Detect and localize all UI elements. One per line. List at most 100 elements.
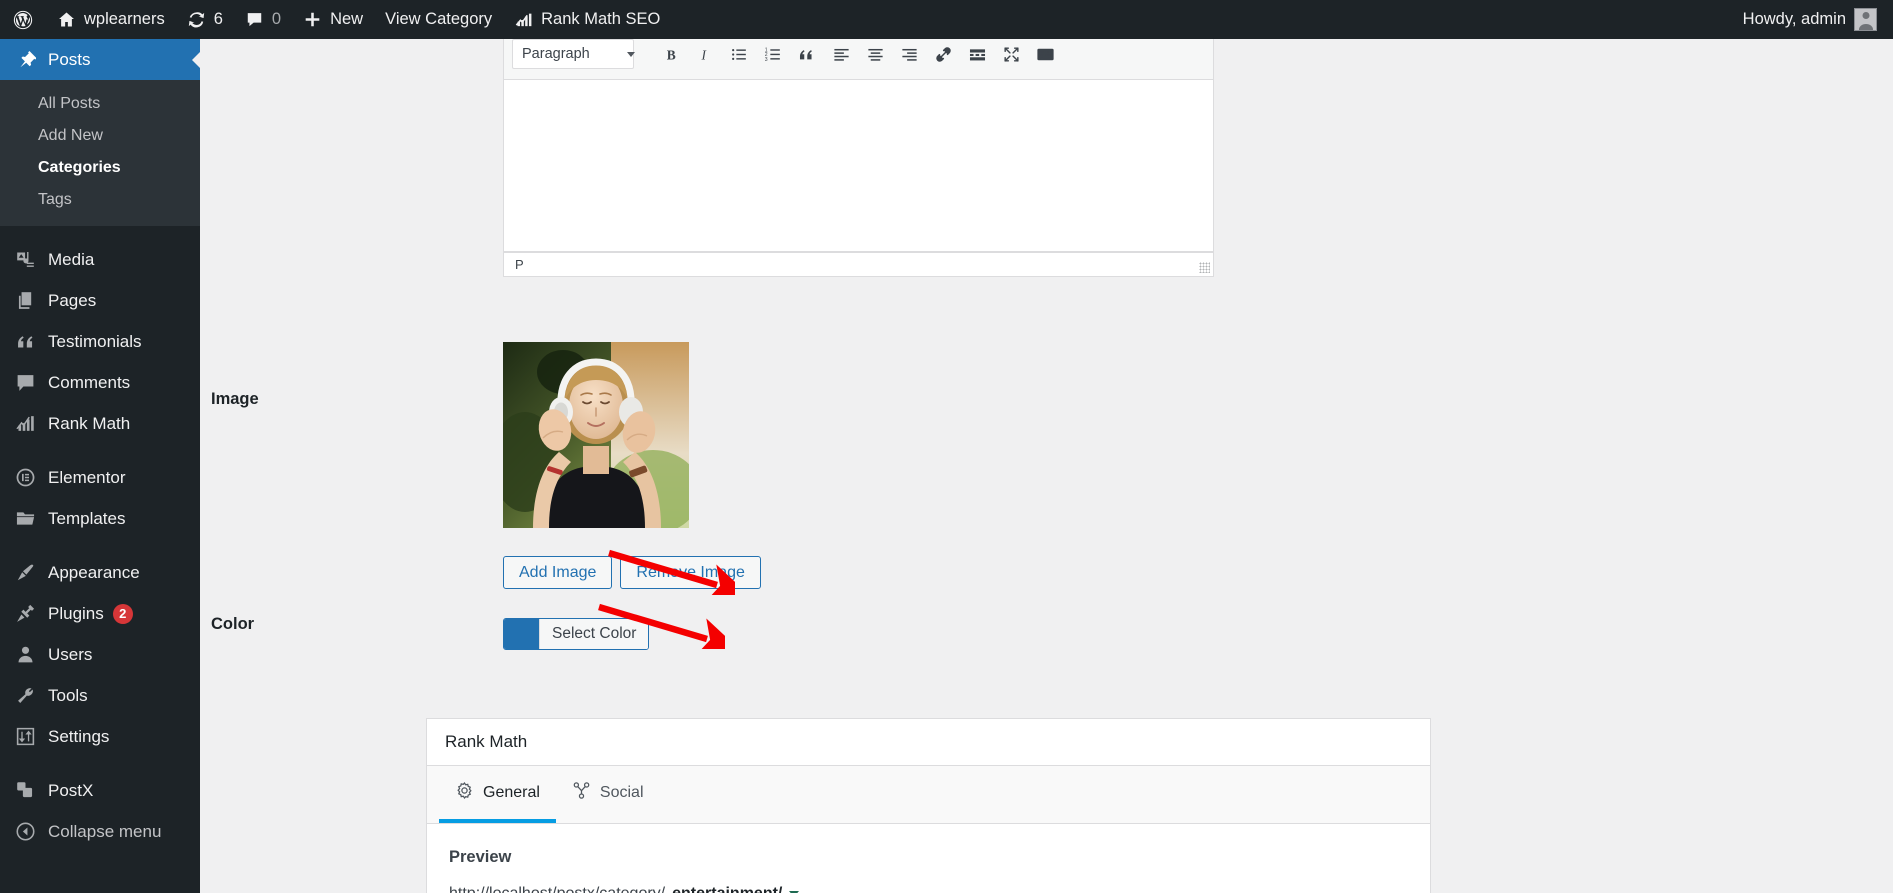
media-icon [13, 249, 37, 270]
color-field-label: Color [211, 615, 255, 633]
sidebar-item-comments[interactable]: Comments [0, 362, 200, 403]
content-editor: Paragraph B I 123 P [503, 39, 1214, 277]
rank-math-seo-menu[interactable]: Rank Math SEO [503, 0, 671, 39]
site-name-menu[interactable]: wplearners [46, 0, 176, 39]
admin-bar: wplearners 6 0 New View Category Rank Ma… [0, 0, 1893, 39]
tab-general[interactable]: General [439, 766, 556, 823]
blockquote-icon[interactable] [791, 39, 824, 70]
sidebar-item-label: Plugins [48, 603, 104, 623]
align-center-icon[interactable] [859, 39, 892, 70]
color-swatch [504, 619, 539, 649]
bulleted-list-icon[interactable] [723, 39, 756, 70]
tab-social[interactable]: Social [556, 766, 660, 823]
fullscreen-icon[interactable] [995, 39, 1028, 70]
color-picker-button[interactable]: Select Color [503, 618, 650, 650]
sliders-icon [13, 726, 37, 747]
italic-icon[interactable]: I [689, 39, 722, 70]
sidebar-item-label: Media [48, 249, 95, 269]
sidebar-item-users[interactable]: Users [0, 634, 200, 675]
sidebar-item-postx[interactable]: PostX [0, 770, 200, 811]
select-color-label: Select Color [539, 619, 649, 649]
sidebar-subitem-add-new[interactable]: Add New [0, 120, 200, 152]
editor-content-area[interactable] [503, 80, 1214, 252]
read-more-icon[interactable] [961, 39, 994, 70]
sidebar-item-pages[interactable]: Pages [0, 280, 200, 321]
sidebar-separator [0, 757, 200, 770]
sidebar-item-label: PostX [48, 780, 94, 800]
sidebar-item-plugins[interactable]: Plugins 2 [0, 593, 200, 634]
new-content-menu[interactable]: New [292, 0, 374, 39]
sidebar-subitem-categories[interactable]: Categories [0, 152, 200, 184]
comments-menu[interactable]: 0 [234, 0, 292, 39]
view-category-label: View Category [385, 10, 493, 28]
remove-image-button[interactable]: Remove Image [620, 556, 761, 589]
paintbrush-icon [13, 562, 37, 583]
sidebar-item-elementor[interactable]: Elementor [0, 457, 200, 498]
tab-label: Social [599, 783, 644, 801]
elementor-icon [13, 467, 37, 488]
rank-math-tabs: General Social [427, 766, 1430, 824]
paragraph-format-select[interactable]: Paragraph [512, 39, 634, 69]
avatar [1854, 8, 1877, 31]
sidebar-item-label: Testimonials [48, 331, 142, 351]
editor-element-path: P [515, 257, 524, 272]
sidebar-item-settings[interactable]: Settings [0, 716, 200, 757]
sidebar-subitem-tags[interactable]: Tags [0, 184, 200, 216]
editor-resize-handle[interactable] [1199, 262, 1210, 273]
collapse-left-icon [13, 821, 37, 842]
numbered-list-icon[interactable]: 123 [757, 39, 790, 70]
folder-icon [13, 508, 37, 529]
sidebar-item-media[interactable]: Media [0, 239, 200, 280]
plug-icon [13, 603, 37, 624]
align-right-icon[interactable] [893, 39, 926, 70]
rank-math-seo-label: Rank Math SEO [541, 10, 661, 28]
align-left-icon[interactable] [825, 39, 858, 70]
sidebar-item-tools[interactable]: Tools [0, 675, 200, 716]
sidebar-separator [0, 444, 200, 457]
collapse-menu-label: Collapse menu [48, 821, 162, 841]
rank-math-metabox: Rank Math General Social Preview http://… [426, 718, 1431, 893]
svg-text:I: I [701, 47, 707, 62]
image-field-label: Image [211, 390, 259, 408]
bold-icon[interactable]: B [655, 39, 688, 70]
link-icon[interactable] [927, 39, 960, 70]
permalink-slug: entertainment/ [672, 885, 782, 893]
snippet-permalink: http://localhost/postx/category/entertai… [449, 885, 1408, 893]
user-icon [13, 644, 37, 665]
sidebar-item-label: Comments [48, 372, 131, 392]
image-action-buttons: Add Image Remove Image [503, 556, 761, 589]
postx-icon [13, 780, 37, 801]
collapse-menu-button[interactable]: Collapse menu [0, 811, 200, 852]
svg-text:B: B [667, 47, 676, 62]
sidebar-item-label: Posts [48, 49, 91, 69]
category-image-thumbnail [503, 342, 689, 528]
comment-bubble-icon [245, 10, 264, 29]
add-image-button[interactable]: Add Image [503, 556, 613, 589]
rank-math-icon [514, 10, 533, 29]
sidebar-item-templates[interactable]: Templates [0, 498, 200, 539]
tab-label: General [483, 783, 540, 801]
updates-menu[interactable]: 6 [176, 0, 234, 39]
sidebar-item-label: Settings [48, 726, 110, 746]
sidebar-subitem-all-posts[interactable]: All Posts [0, 88, 200, 120]
keyboard-shortcuts-icon[interactable] [1029, 39, 1062, 70]
pages-icon [13, 290, 37, 311]
my-account-menu[interactable]: Howdy, admin [1732, 0, 1893, 39]
sidebar-item-appearance[interactable]: Appearance [0, 552, 200, 593]
home-icon [57, 10, 76, 29]
sidebar-item-label: Templates [48, 508, 126, 528]
comment-bubble-icon [13, 372, 37, 393]
sidebar-item-label: Elementor [48, 467, 126, 487]
plugins-update-badge: 2 [112, 603, 133, 624]
sidebar-item-posts[interactable]: Posts [0, 39, 200, 80]
wordpress-logo-button[interactable] [0, 0, 46, 39]
svg-text:3: 3 [765, 56, 768, 62]
updates-count: 6 [213, 10, 223, 28]
quote-icon [13, 331, 37, 352]
sidebar-item-testimonials[interactable]: Testimonials [0, 321, 200, 362]
sidebar-separator [0, 226, 200, 239]
sidebar-item-rank-math[interactable]: Rank Math [0, 403, 200, 444]
view-category-link[interactable]: View Category [374, 0, 503, 39]
new-content-label: New [330, 10, 364, 28]
sidebar-item-label: Tools [48, 685, 88, 705]
